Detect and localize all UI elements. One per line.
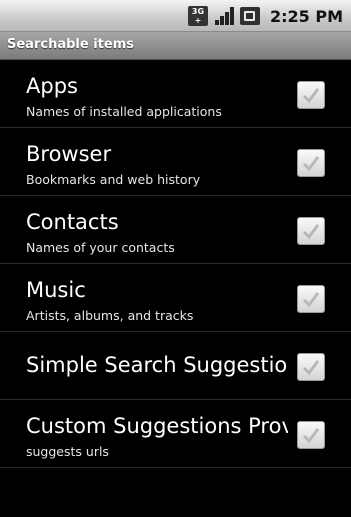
list-item-custom-suggestions-provider[interactable]: Custom Suggestions Provider suggests url… <box>0 400 351 468</box>
checkmark-icon <box>302 88 320 104</box>
checkbox[interactable] <box>297 421 325 449</box>
checkbox[interactable] <box>297 149 325 177</box>
page-title: Searchable items <box>7 37 134 52</box>
clock: 2:25 PM <box>269 6 343 26</box>
item-title: Custom Suggestions Provider <box>26 414 288 438</box>
item-summary: suggests urls <box>26 444 109 459</box>
checkmark-icon <box>302 224 320 240</box>
status-bar: 3G + 2:25 PM <box>0 0 351 32</box>
3g-icon: 3G + <box>187 6 208 26</box>
searchable-items-list: Apps Names of installed applications Bro… <box>0 60 351 468</box>
item-summary: Names of installed applications <box>26 104 222 119</box>
item-title: Music <box>26 278 86 302</box>
item-summary: Bookmarks and web history <box>26 172 201 187</box>
checkbox[interactable] <box>297 217 325 245</box>
list-item-simple-search-suggestions[interactable]: Simple Search Suggestions <box>0 332 351 400</box>
battery-icon <box>239 7 260 25</box>
item-summary: Names of your contacts <box>26 240 175 255</box>
list-item-music[interactable]: Music Artists, albums, and tracks <box>0 264 351 332</box>
checkbox[interactable] <box>297 81 325 109</box>
list-item-browser[interactable]: Browser Bookmarks and web history <box>0 128 351 196</box>
item-title: Simple Search Suggestions <box>26 353 288 377</box>
network-label-top: 3G <box>191 7 205 16</box>
list-item-contacts[interactable]: Contacts Names of your contacts <box>0 196 351 264</box>
checkmark-icon <box>302 156 320 172</box>
network-label-bottom: + <box>194 16 202 25</box>
signal-icon <box>214 6 234 26</box>
item-title: Contacts <box>26 210 119 234</box>
checkbox[interactable] <box>297 285 325 313</box>
item-title: Apps <box>26 74 78 98</box>
list-item-apps[interactable]: Apps Names of installed applications <box>0 60 351 128</box>
item-title: Browser <box>26 142 112 166</box>
title-bar: Searchable items <box>0 32 351 60</box>
checkmark-icon <box>302 292 320 308</box>
checkbox[interactable] <box>297 353 325 381</box>
checkmark-icon <box>302 428 320 444</box>
item-summary: Artists, albums, and tracks <box>26 308 194 323</box>
status-icons: 3G + 2:25 PM <box>187 6 343 26</box>
checkmark-icon <box>302 360 320 376</box>
